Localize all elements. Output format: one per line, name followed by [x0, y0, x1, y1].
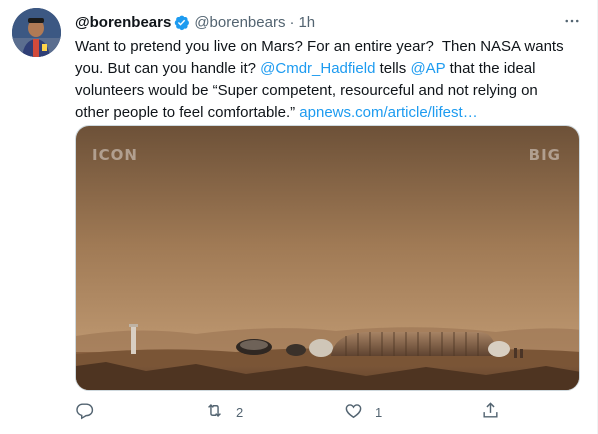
- like-count: 1: [375, 404, 383, 420]
- mars-habitat-image: [76, 126, 579, 390]
- tweet[interactable]: @borenbears @borenbears · 1h Want to pre…: [0, 0, 598, 434]
- like-icon: [344, 401, 363, 423]
- reply-button[interactable]: [75, 399, 106, 425]
- retweet-count: 2: [236, 404, 244, 420]
- tweet-actions: 2 1: [75, 399, 515, 425]
- watermark-logo-left: ICON: [92, 146, 138, 164]
- share-icon: [481, 401, 500, 423]
- handle[interactable]: @borenbears: [194, 14, 285, 31]
- avatar-image: [12, 8, 61, 57]
- article-link[interactable]: apnews.com/article/lifest…: [299, 104, 477, 121]
- separator-dot: ·: [289, 13, 295, 31]
- timestamp[interactable]: 1h: [298, 14, 315, 31]
- retweet-button[interactable]: 2: [205, 399, 243, 425]
- mention-link[interactable]: @AP: [410, 60, 445, 77]
- like-button[interactable]: 1: [344, 399, 382, 425]
- retweet-icon: [205, 401, 224, 423]
- tweet-text: Want to pretend you live on Mars? For an…: [75, 36, 575, 124]
- share-button[interactable]: [481, 399, 512, 425]
- avatar[interactable]: [12, 8, 61, 57]
- tweet-header: @borenbears @borenbears · 1h: [75, 12, 587, 32]
- mention-link[interactable]: @Cmdr_Hadfield: [260, 60, 375, 77]
- verified-badge-icon: [173, 14, 190, 31]
- more-icon[interactable]: [561, 10, 583, 32]
- watermark-logo-right: BIG: [528, 146, 561, 164]
- tweet-media-image[interactable]: ICON BIG: [75, 125, 580, 391]
- tweet-text-part: tells: [375, 60, 411, 77]
- reply-icon: [75, 401, 94, 423]
- display-name[interactable]: @borenbears: [75, 14, 171, 31]
